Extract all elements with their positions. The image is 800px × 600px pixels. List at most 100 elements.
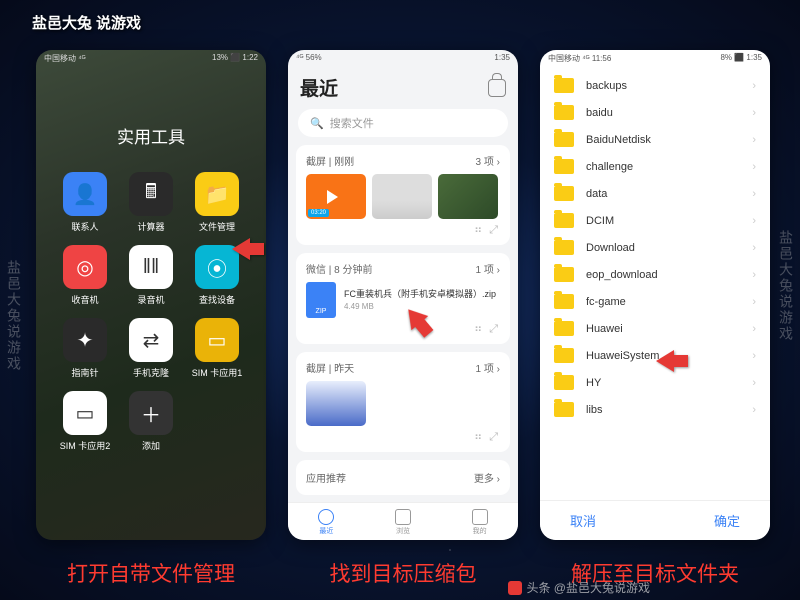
app-指南针[interactable]: ✦指南针 (56, 318, 114, 379)
expand-icon[interactable]: ⠶ ⤢ (306, 322, 500, 336)
folder-challenge[interactable]: challenge› (540, 153, 770, 180)
folder-backups[interactable]: backups› (540, 72, 770, 99)
folder-DCIM[interactable]: DCIM › (540, 207, 770, 234)
status-bar: 中国移动 ⁴ᴳ13% ⬛ 1:22 (36, 50, 266, 68)
image-thumbnail[interactable] (306, 381, 366, 426)
lock-icon[interactable] (488, 79, 506, 97)
chevron-right-icon: › (752, 215, 756, 227)
app-SIM 卡应用2[interactable]: ▭ SIM 卡应用2 (56, 391, 114, 452)
folder-name: HY (586, 377, 601, 389)
folder-name: BaiduNetdisk (586, 134, 651, 146)
nav-icon (395, 509, 411, 525)
card-screenshots-yesterday[interactable]: 截屏 | 昨天 1 项 › ⠶ ⤢ (296, 352, 510, 452)
count-badge: 1 项 › (476, 360, 500, 375)
video-thumbnail[interactable]: 03:20 (306, 174, 366, 219)
app-icon: ✦ (63, 318, 107, 362)
folder-name: DCIM (586, 215, 614, 227)
watermark-left: 盐邑大兔说游戏 (4, 260, 24, 372)
folder-name: Download (586, 242, 635, 254)
folder-name: libs (586, 404, 603, 416)
app-label: 联系人 (71, 220, 98, 233)
app-SIM 卡应用1[interactable]: ▭ SIM 卡应用1 (188, 318, 246, 379)
folder-Download[interactable]: Download › (540, 234, 770, 261)
app-icon: 👤 (63, 172, 107, 216)
page-title: 盐邑大兔说游戏 (28, 8, 141, 34)
app-icon: ▭ (63, 391, 107, 435)
nav-icon (472, 509, 488, 525)
folder-HY[interactable]: HY › (540, 369, 770, 396)
folder-BaiduNetdisk[interactable]: BaiduNetdisk › (540, 126, 770, 153)
expand-icon[interactable]: ⠶ ⤢ (306, 430, 500, 444)
app-icon: ⇄ (129, 318, 173, 362)
folder-name: data (586, 188, 607, 200)
card-wechat-file[interactable]: 微信 | 8 分钟前 1 项 › ZIP FC重装机兵（附手机安卓模拟器）.zi… (296, 253, 510, 344)
nav-最近[interactable]: 最近 (318, 509, 334, 536)
confirm-button[interactable]: 确定 (714, 511, 740, 530)
app-label: SIM 卡应用2 (60, 439, 111, 452)
app-联系人[interactable]: 👤 联系人 (56, 172, 114, 233)
app-手机克隆[interactable]: ⇄ 手机克隆 (122, 318, 180, 379)
app-icon: ＋ (129, 391, 173, 435)
caption-step1: 打开自带文件管理 (36, 558, 266, 588)
app-计算器[interactable]: 🖩计算器 (122, 172, 180, 233)
folder-icon (554, 132, 574, 147)
app-label: 手机克隆 (133, 366, 169, 379)
card-screenshots-now[interactable]: 截屏 | 刚刚 3 项 › 03:20 ⠶ ⤢ (296, 145, 510, 245)
app-icon: ▭ (195, 318, 239, 362)
app-icon: 🖩 (129, 172, 173, 216)
folder-Huawei[interactable]: Huawei› (540, 315, 770, 342)
pointer-arrow-icon (221, 238, 250, 260)
phone-folder-browser: 中国移动 ⁴ᴳ 11:568% ⬛ 1:35 backups›baidu›Bai… (540, 50, 770, 540)
image-thumbnail[interactable] (438, 174, 498, 219)
section-title: 实用工具 (36, 123, 266, 148)
folder-data[interactable]: data › (540, 180, 770, 207)
app-文件管理[interactable]: 📁文件管理 (188, 172, 246, 233)
chevron-right-icon: › (752, 377, 756, 389)
nav-我的[interactable]: 我的 (472, 509, 488, 536)
chevron-right-icon: › (752, 404, 756, 416)
more-link[interactable]: 更多 › (474, 470, 500, 485)
search-input[interactable]: 🔍 搜索文件 (298, 109, 508, 137)
folder-icon (554, 213, 574, 228)
image-thumbnail[interactable] (372, 174, 432, 219)
app-添加[interactable]: ＋ 添加 (122, 391, 180, 452)
folder-libs[interactable]: libs › (540, 396, 770, 423)
chevron-right-icon: › (752, 296, 756, 308)
expand-icon[interactable]: ⠶ ⤢ (306, 223, 500, 237)
folder-baidu[interactable]: baidu› (540, 99, 770, 126)
folder-icon (554, 240, 574, 255)
chevron-right-icon: › (752, 242, 756, 254)
count-badge: 1 项 › (476, 261, 500, 276)
folder-icon (554, 267, 574, 282)
app-icon: ‖‖ (129, 245, 173, 289)
app-label: 录音机 (137, 293, 164, 306)
chevron-right-icon: › (752, 350, 756, 362)
zip-icon: ZIP (306, 282, 336, 318)
chevron-right-icon: › (752, 161, 756, 173)
folder-fc-game[interactable]: fc-game › (540, 288, 770, 315)
watermark-right: 盐邑大兔说游戏 (776, 230, 796, 342)
folder-icon (554, 321, 574, 336)
search-icon: 🔍 (310, 117, 324, 130)
phone-utilities: 中国移动 ⁴ᴳ13% ⬛ 1:22 实用工具 👤 联系人 🖩计算器📁文件管理 ◎收音机… (36, 50, 266, 540)
folder-icon (554, 348, 574, 363)
phone-files-recent: ⁴ᴳ 56%1:35 最近 🔍 搜索文件 截屏 | 刚刚 3 项 › 03:20… (288, 50, 518, 540)
nav-浏览[interactable]: 浏览 (395, 509, 411, 536)
app-grid: 👤联系人🖩计算器📁文件管理◎收音机‖‖录音机⦿查找设备✦指南针⇄手机克隆▭SIM… (36, 154, 266, 470)
bottom-nav: 最近 浏览 我的 (288, 502, 518, 540)
app-收音机[interactable]: ◎收音机 (56, 245, 114, 306)
toutiao-icon (508, 581, 522, 595)
app-录音机[interactable]: ‖‖ 录音机 (122, 245, 180, 306)
cancel-button[interactable]: 取消 (570, 511, 596, 530)
screen-title: 最近 (300, 74, 338, 101)
chevron-right-icon: › (752, 134, 756, 146)
chevron-right-icon: › (752, 80, 756, 92)
card-app-recommend[interactable]: 应用推荐 更多 › (296, 460, 510, 495)
chevron-right-icon: › (752, 188, 756, 200)
chevron-right-icon: › (752, 323, 756, 335)
folder-name: fc-game (586, 296, 626, 308)
folder-eop_download[interactable]: eop_download› (540, 261, 770, 288)
app-label: 添加 (142, 439, 160, 452)
app-label: SIM 卡应用1 (192, 366, 243, 379)
caption-step2: 找到目标压缩包 (288, 558, 518, 588)
